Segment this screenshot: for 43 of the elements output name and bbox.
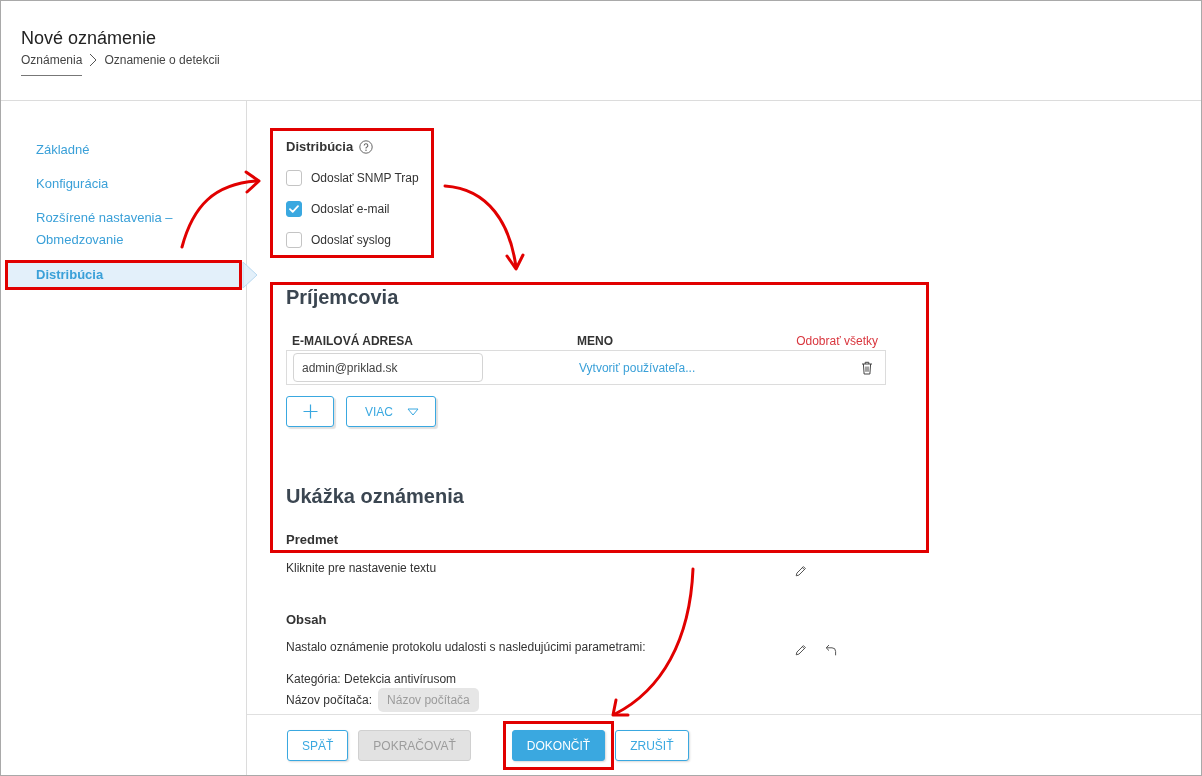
- variable-chip: Názov počítača: [378, 688, 479, 712]
- section-title: Distribúcia: [286, 138, 354, 156]
- checkbox[interactable]: [286, 231, 302, 248]
- finish-button[interactable]: DOKONČIŤ: [511, 730, 606, 761]
- email-input[interactable]: admin@priklad.sk: [293, 353, 483, 382]
- breadcrumb-link[interactable]: Oznámenia: [21, 52, 83, 76]
- section-heading: Ukážka oznámenia: [286, 484, 464, 508]
- sidebar-item[interactable]: Konfigurácia: [5, 170, 242, 198]
- help-icon[interactable]: [359, 140, 374, 154]
- trash-icon[interactable]: [861, 360, 873, 375]
- remove-all-link[interactable]: Odobrať všetky: [796, 333, 878, 349]
- sidebar-item[interactable]: Rozšírené nastavenia – Obmedzovanie: [5, 204, 242, 254]
- section-heading: Príjemcovia: [286, 285, 399, 309]
- create-user-link[interactable]: Vytvoriť používateľa...: [579, 359, 696, 376]
- field-text: Kliknite pre nastavenie textu: [286, 560, 437, 576]
- sidebar-item[interactable]: Základné: [5, 136, 242, 164]
- caret-icon: [407, 407, 419, 416]
- field-text: Názov počítača:: [286, 692, 373, 708]
- checkbox[interactable]: [286, 200, 302, 217]
- cancel-button[interactable]: ZRUŠIŤ: [615, 730, 689, 761]
- selection-pointer-icon: [242, 261, 259, 289]
- column-header: E-MAILOVÁ ADRESA: [292, 333, 413, 349]
- chevron-right-icon: [89, 53, 98, 67]
- add-button[interactable]: [286, 396, 334, 427]
- checkbox-label: Odoslať e-mail: [311, 200, 390, 217]
- checkbox-label: Odoslať SNMP Trap: [311, 169, 419, 186]
- field-text: Nastalo oznámenie protokolu udalosti s nasledujúcimi parametrami:: [286, 639, 646, 655]
- field-text: Kategória: Detekcia antivírusom: [286, 671, 457, 687]
- column-header: MENO: [577, 333, 613, 349]
- back-button[interactable]: SPÄŤ: [287, 730, 349, 761]
- page-title: Nové oznámenie: [21, 27, 157, 49]
- checkbox[interactable]: [286, 169, 302, 186]
- more-button[interactable]: VIAC: [346, 396, 436, 427]
- check-icon: [289, 204, 299, 213]
- sidebar-item[interactable]: Distribúcia: [8, 263, 239, 287]
- field-label: Obsah: [286, 612, 327, 628]
- pencil-icon[interactable]: [795, 644, 807, 656]
- undo-icon[interactable]: [825, 644, 837, 656]
- plus-icon: [302, 404, 318, 419]
- field-label: Predmet: [286, 532, 339, 549]
- checkbox-label: Odoslať syslog: [311, 231, 391, 248]
- pencil-icon[interactable]: [795, 565, 807, 577]
- breadcrumb-current: Oznamenie o detekcii: [104, 52, 220, 68]
